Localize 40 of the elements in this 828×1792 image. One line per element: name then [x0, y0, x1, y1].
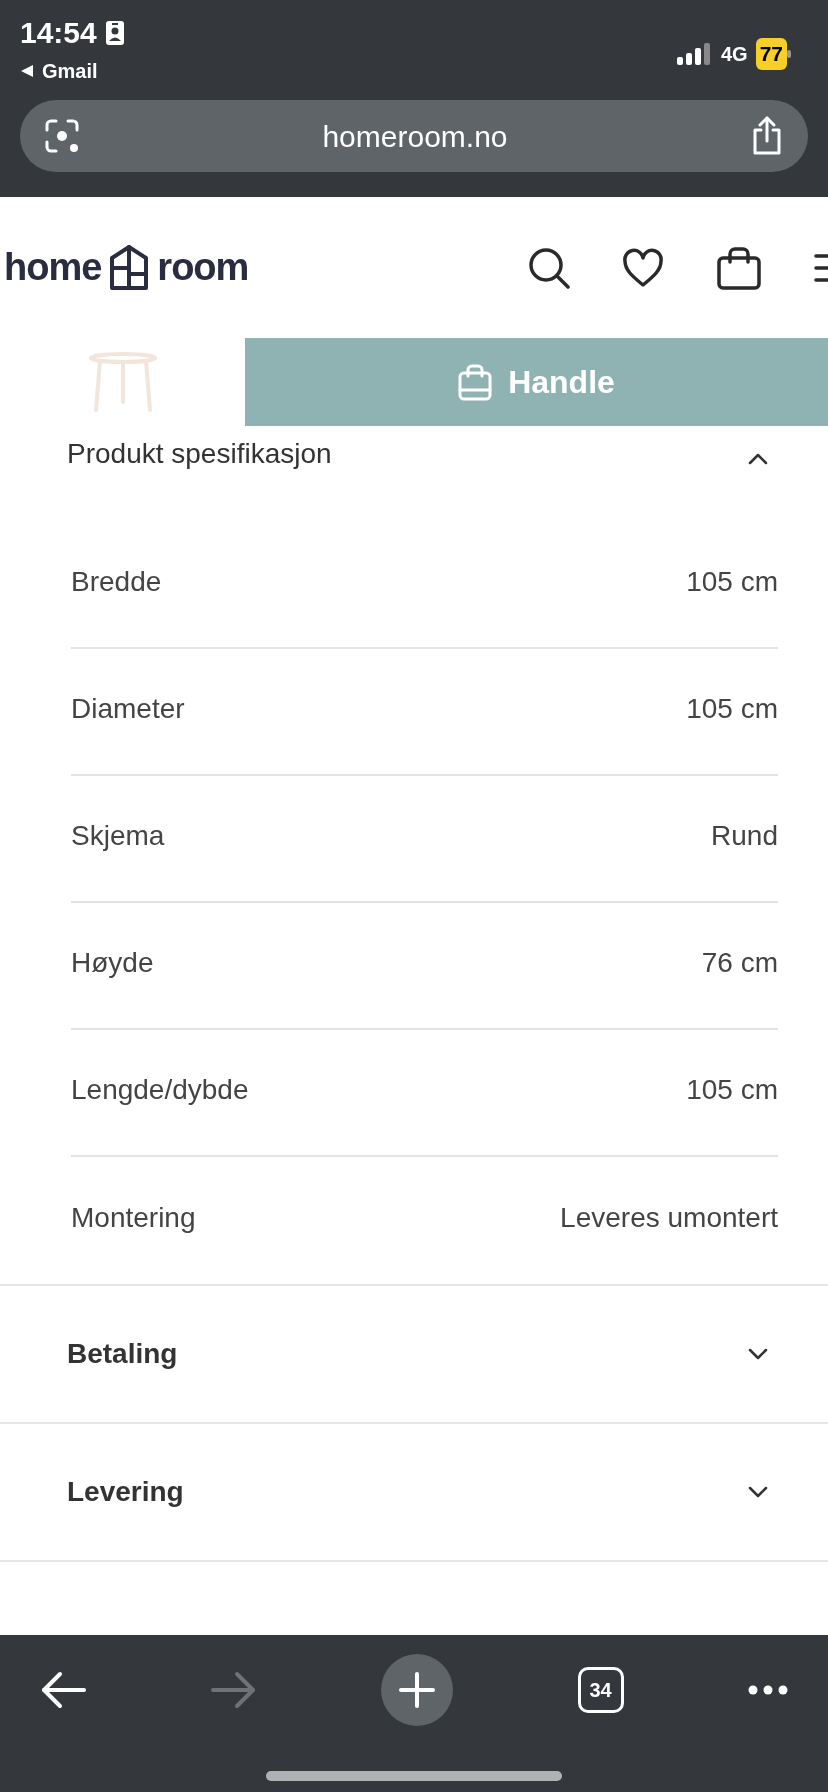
battery-level: 77 — [755, 38, 787, 70]
spec-value: Leveres umontert — [560, 1200, 778, 1235]
camera-scan-icon — [44, 118, 80, 154]
spec-label: Bredde — [71, 564, 162, 599]
back-triangle-icon — [20, 64, 34, 78]
tab-count-button[interactable]: 34 — [577, 1667, 624, 1713]
section-title: Produkt spesifikasjon — [67, 437, 332, 471]
status-time: 14:54 — [20, 18, 97, 48]
signal-icon — [676, 42, 713, 65]
section-title: Betaling — [67, 1337, 178, 1371]
spec-label: Lengde/dybde — [71, 1072, 249, 1107]
battery-tip-icon — [787, 49, 792, 58]
url-text: homeroom.no — [322, 118, 508, 155]
shopping-bag-icon[interactable] — [716, 245, 762, 290]
search-icon[interactable] — [528, 246, 570, 289]
more-icon[interactable] — [748, 1685, 788, 1695]
spec-label: Montering — [71, 1200, 196, 1235]
spec-label: Diameter — [71, 691, 185, 726]
spec-value: Rund — [711, 818, 778, 853]
logo-text: home — [4, 245, 102, 290]
heart-icon[interactable] — [622, 247, 664, 288]
spec-value: 105 cm — [686, 1072, 778, 1107]
shopping-bag-icon — [458, 363, 493, 401]
spec-value: 76 cm — [701, 945, 778, 980]
spec-label: Skjema — [71, 818, 165, 853]
section-title: Levering — [67, 1475, 184, 1509]
spec-value: 105 cm — [686, 564, 778, 599]
spec-label: Høyde — [71, 945, 154, 980]
network-type: 4G — [720, 41, 748, 67]
spec-value: 105 cm — [686, 691, 778, 726]
logo-text: room — [157, 245, 249, 290]
table-drawing — [87, 352, 158, 412]
back-to-app-link[interactable]: Gmail — [42, 56, 98, 86]
chevron-down-icon[interactable] — [748, 1486, 768, 1498]
plus-icon — [399, 1672, 435, 1708]
house-logo-icon — [109, 243, 150, 292]
chevron-up-icon[interactable] — [748, 453, 768, 465]
id-badge-icon — [104, 20, 125, 46]
address-bar[interactable]: homeroom.no — [20, 100, 808, 172]
chevron-down-icon[interactable] — [748, 1348, 768, 1360]
